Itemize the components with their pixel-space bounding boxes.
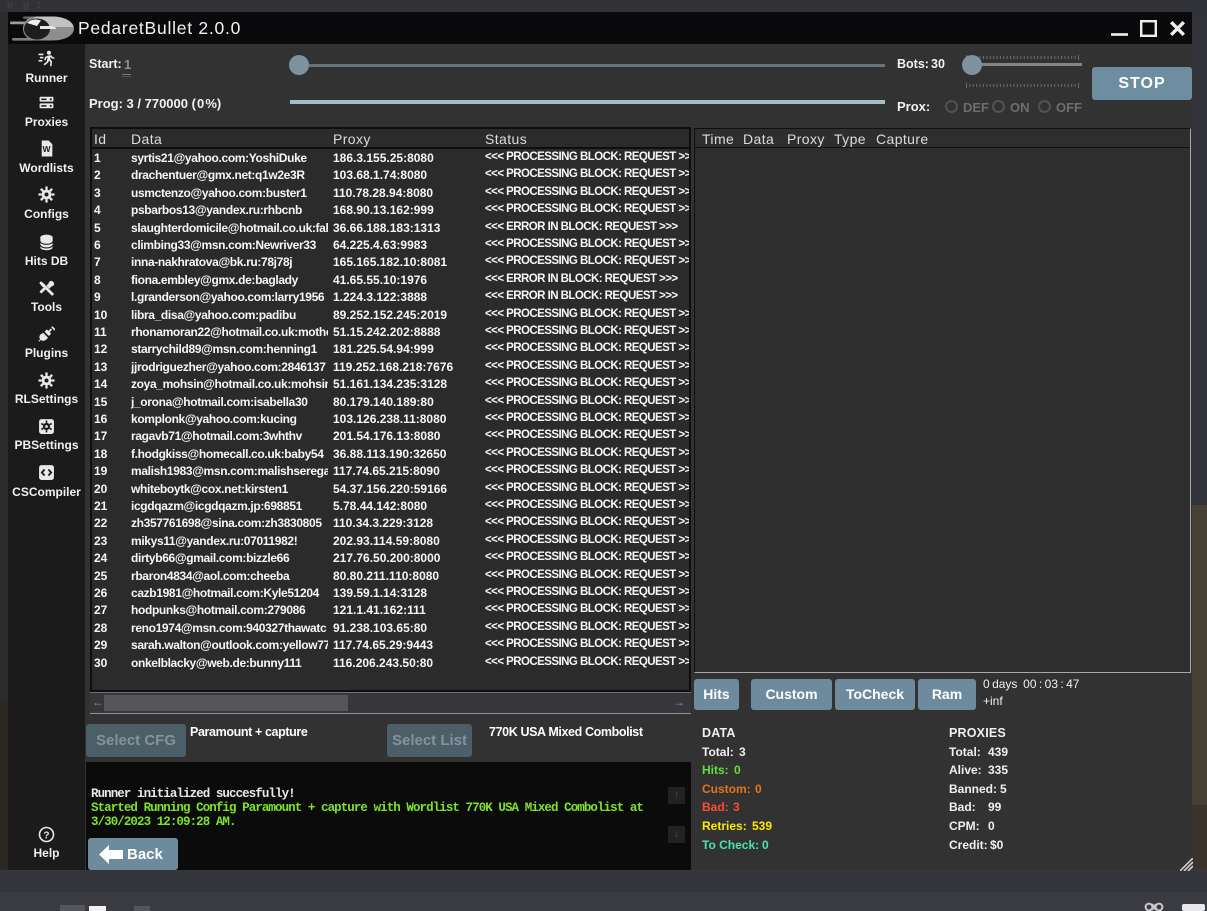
svg-text:W: W	[42, 144, 51, 154]
svg-text:?: ?	[43, 830, 49, 841]
